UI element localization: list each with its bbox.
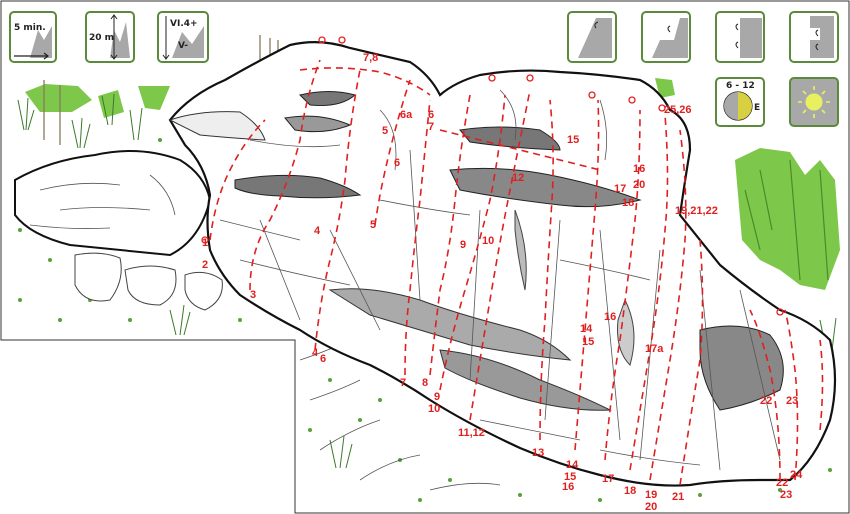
sun-hours-icon: 6 - 12 E	[715, 77, 765, 127]
route-label: 17	[602, 473, 614, 485]
sunny-icon	[789, 77, 839, 127]
route-label: 12	[512, 172, 524, 184]
route-label: 7	[400, 377, 406, 389]
route-label: 20	[633, 179, 645, 191]
route-label: 17	[614, 183, 626, 195]
slab-icon	[567, 11, 617, 63]
route-label: 23	[786, 395, 798, 407]
route-label: 24	[790, 469, 803, 481]
route-label: 22	[776, 477, 788, 489]
route-label: 25,26	[664, 104, 692, 116]
vertical-wall-icon	[715, 11, 765, 63]
height-icon: 20 m	[85, 11, 135, 63]
route-label: 20	[645, 501, 657, 513]
route-label: 6	[320, 353, 326, 365]
route-label: 10	[428, 403, 440, 415]
grade-max-text: VI.4+	[170, 19, 198, 29]
route-label: 13	[532, 447, 544, 459]
route-label: 17a	[645, 343, 664, 355]
grade-range-icon: VI.4+ V-	[157, 11, 209, 63]
route-label: 15	[567, 134, 579, 146]
route-label: 21	[672, 491, 684, 503]
route-label: 19	[645, 489, 657, 501]
route-label: 14	[566, 459, 579, 471]
route-label: 1	[202, 237, 208, 249]
route-label: 6	[394, 157, 400, 169]
route-label: 11,12	[458, 427, 485, 439]
route-label: 23	[780, 489, 792, 501]
route-label: 10	[482, 235, 494, 247]
climbing-topo: 1 2 3 4 4 5 5 6 6 6 6a 7 7 7,8 8 9 9 10 …	[0, 0, 850, 514]
route-label: 16	[604, 311, 616, 323]
route-label: 5	[382, 125, 388, 137]
grade-min-text: V-	[178, 41, 188, 51]
route-label: 18	[624, 485, 636, 497]
route-label: 16	[633, 163, 645, 175]
route-label: 22	[760, 395, 772, 407]
route-label: 6a	[400, 109, 413, 121]
sun-hours-text: 6 - 12	[726, 81, 755, 91]
aspect-text: E	[754, 103, 760, 113]
roof-icon	[789, 11, 839, 63]
route-label: 7	[428, 121, 434, 133]
overhang-icon	[641, 11, 691, 63]
route-label: 9	[460, 239, 466, 251]
route-label: 2	[202, 259, 208, 271]
route-label: 14	[580, 323, 593, 335]
route-label: 9	[434, 391, 440, 403]
route-label: 5	[370, 219, 376, 231]
route-label: 3	[250, 289, 256, 301]
route-label: 4	[312, 347, 319, 359]
wall-height-text: 20 m	[89, 33, 114, 43]
route-label: 18	[622, 197, 634, 209]
route-label: 16	[562, 481, 574, 493]
route-label: 8	[422, 377, 428, 389]
route-label: 7,8	[363, 52, 378, 64]
approach-time-text: 5 min.	[14, 23, 46, 33]
walk-time-icon: 5 min.	[9, 11, 57, 63]
route-label: 4	[314, 225, 321, 237]
topo-canvas: 1 2 3 4 4 5 5 6 6 6 6a 7 7 7,8 8 9 9 10 …	[0, 0, 850, 514]
route-label: 19,21,22	[675, 205, 718, 217]
route-label: 15	[582, 336, 594, 348]
route-label: 6	[428, 109, 434, 121]
